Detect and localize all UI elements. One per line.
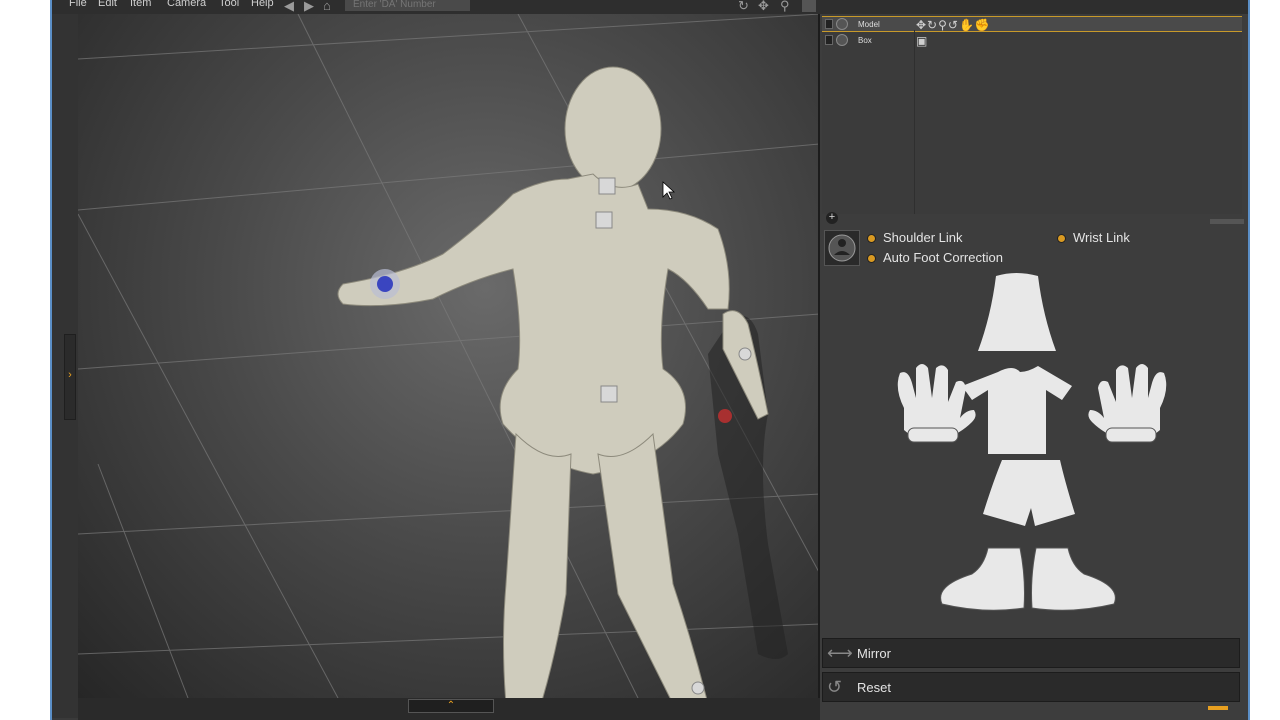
neck-handle — [598, 177, 616, 195]
expand-panel-handle[interactable]: › — [64, 334, 76, 420]
move-icon[interactable]: ✥ — [758, 0, 769, 14]
menu-bar: File Edit Item Camera Tool Help ◀ ▶ ⌂ ↻ … — [52, 0, 1248, 14]
scene-row-model[interactable]: Model ✥↻⚲↺✋✊ — [822, 16, 1242, 32]
reset-icon: ↺ — [827, 677, 843, 697]
menu-help[interactable]: Help — [251, 0, 274, 9]
hip-handle — [600, 385, 618, 403]
reset-button[interactable]: ↺ Reset — [822, 672, 1240, 702]
shoulder-link-toggle[interactable]: Shoulder Link — [868, 230, 963, 245]
arrows-horizontal-icon: ⟷ — [827, 643, 853, 663]
body-part-left-hand[interactable] — [897, 364, 976, 443]
chest-handle — [595, 211, 613, 229]
lock-icon[interactable] — [825, 35, 833, 45]
shadow-marker — [718, 409, 732, 423]
body-part-right-hand[interactable] — [1088, 364, 1167, 443]
add-icon[interactable]: + — [826, 212, 838, 224]
scene-tree: Model ✥↻⚲↺✋✊ Box ▣ + — [822, 14, 1244, 224]
radio-icon — [868, 255, 875, 263]
scrollbar[interactable] — [1210, 219, 1244, 224]
menu-tool[interactable]: Tool — [219, 0, 239, 9]
undo-icon[interactable]: ◀ — [284, 0, 294, 14]
viewport-scene — [78, 14, 818, 698]
home-icon[interactable]: ⌂ — [323, 0, 331, 13]
radio-icon — [1058, 235, 1065, 243]
da-number-input[interactable] — [345, 0, 470, 11]
visibility-icon[interactable] — [836, 34, 848, 46]
menu-file[interactable]: File — [69, 0, 87, 9]
auto-foot-correction-toggle[interactable]: Auto Foot Correction — [868, 250, 1003, 265]
body-part-left-foot[interactable] — [940, 547, 1025, 611]
scene-row-label: Box — [858, 36, 872, 45]
rotate-icon[interactable]: ↻ — [738, 0, 749, 14]
mouse-cursor-icon — [662, 181, 676, 200]
foot-handle — [691, 681, 705, 695]
divider — [914, 30, 915, 214]
menu-camera[interactable]: Camera — [167, 0, 206, 9]
scene-row-label: Model — [858, 20, 880, 29]
shoulder-link-label: Shoulder Link — [883, 230, 963, 245]
left-strip: › — [52, 14, 78, 718]
model-tool-icons[interactable]: ✥↻⚲↺✋✊ — [916, 18, 991, 32]
menu-edit[interactable]: Edit — [98, 0, 117, 9]
resize-grip[interactable] — [1208, 706, 1228, 710]
mirror-label: Mirror — [857, 646, 891, 661]
pose-options: Shoulder Link Wrist Link Auto Foot Corre… — [822, 228, 1242, 268]
body-part-torso[interactable] — [962, 366, 1072, 454]
body-part-right-foot[interactable] — [1031, 547, 1116, 611]
mannequin-figure — [337, 66, 769, 698]
auto-foot-label: Auto Foot Correction — [883, 250, 1003, 265]
zoom-icon[interactable]: ⚲ — [780, 0, 790, 14]
wrist-link-label: Wrist Link — [1073, 230, 1130, 245]
mannequin-mode-icon[interactable] — [824, 230, 860, 266]
redo-icon[interactable]: ▶ — [304, 0, 314, 14]
menu-item[interactable]: Item — [130, 0, 151, 9]
app-window: File Edit Item Camera Tool Help ◀ ▶ ⌂ ↻ … — [50, 0, 1250, 720]
body-part-hips[interactable] — [983, 460, 1075, 526]
mirror-button[interactable]: ⟷ Mirror — [822, 638, 1240, 668]
radio-icon — [868, 235, 875, 243]
right-panel: Model ✥↻⚲↺✋✊ Box ▣ + Shoulder Link Wrist… — [820, 14, 1248, 720]
visibility-icon[interactable] — [836, 18, 848, 30]
3d-viewport[interactable] — [78, 14, 820, 698]
viewport-bottom-bar: ⌃ — [78, 698, 820, 720]
lock-icon[interactable] — [825, 19, 833, 29]
wrist-link-toggle[interactable]: Wrist Link — [1058, 230, 1130, 245]
box-icon[interactable]: ▣ — [916, 34, 928, 48]
expand-bottom-panel-button[interactable]: ⌃ — [408, 699, 494, 713]
camera-icon[interactable] — [802, 0, 816, 12]
body-part-head[interactable] — [978, 273, 1056, 351]
right-wrist-handle — [738, 347, 752, 361]
reset-label: Reset — [857, 680, 891, 695]
body-part-selector — [822, 268, 1242, 638]
scene-row-box[interactable]: Box ▣ — [822, 33, 1242, 49]
